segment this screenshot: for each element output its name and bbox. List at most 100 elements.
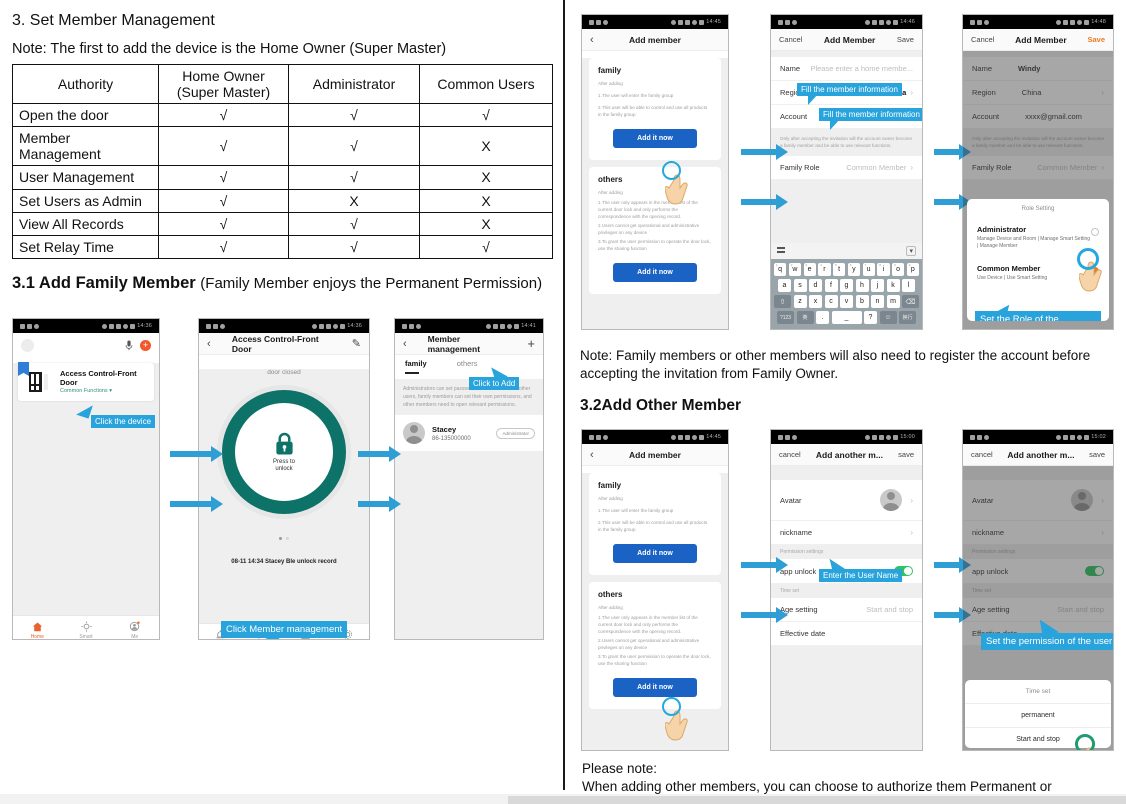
key-e[interactable]: 3e	[803, 263, 816, 276]
cell-administrator: √	[288, 103, 420, 128]
name-field-row[interactable]: Name Please enter a home membe...	[771, 57, 922, 81]
key-n[interactable]: n	[871, 295, 884, 308]
flow-arrow	[741, 557, 788, 573]
emoji-key[interactable]: ☺	[879, 311, 897, 324]
backspace-key[interactable]: ⌫	[902, 295, 919, 308]
tab-smart[interactable]: Smart	[62, 616, 111, 639]
back-icon[interactable]: ‹	[207, 338, 232, 350]
key-t[interactable]: 5t	[833, 263, 846, 276]
back-icon[interactable]: ‹	[403, 338, 428, 350]
nav-bar: Cancel Add Member Save	[963, 29, 1113, 51]
question-key[interactable]: ?	[864, 311, 877, 324]
status-time: 14:45	[706, 19, 721, 25]
save-button[interactable]: save	[1089, 450, 1105, 459]
key-r[interactable]: 4r	[818, 263, 831, 276]
others-p2: 2.Users cannot get operational and admin…	[598, 637, 700, 650]
family-add-now-button[interactable]: Add it now	[613, 544, 697, 564]
cancel-button[interactable]: cancel	[971, 450, 993, 459]
key-d[interactable]: d	[809, 279, 822, 292]
house-icon[interactable]	[21, 338, 34, 352]
key-a[interactable]: a	[778, 279, 791, 292]
cancel-button[interactable]: Cancel	[971, 35, 994, 44]
key-o[interactable]: 9o	[892, 263, 905, 276]
cancel-button[interactable]: cancel	[779, 450, 801, 459]
nickname-label: nickname	[780, 528, 813, 537]
save-button[interactable]: Save	[1087, 35, 1105, 44]
callout-enter-user-name: Enter the User Name	[819, 569, 903, 582]
flow-arrow	[741, 144, 788, 160]
save-button[interactable]: save	[898, 450, 914, 459]
callout-set-permission: Set the permission of the user	[981, 633, 1113, 650]
key-i[interactable]: 8i	[877, 263, 890, 276]
enter-key[interactable]: 换行	[899, 311, 916, 324]
member-list-item[interactable]: Stacey 86-135000000 Administrator	[395, 415, 543, 451]
effective-date-row[interactable]: Effective date	[771, 622, 922, 646]
language-key[interactable]: 英	[796, 311, 814, 324]
key-m[interactable]: m	[886, 295, 900, 308]
age-setting-row[interactable]: Age setting Start and stop	[771, 598, 922, 622]
period-key[interactable]: .	[816, 311, 829, 324]
save-button[interactable]: Save	[897, 35, 914, 44]
microphone-icon[interactable]	[125, 340, 133, 351]
status-left-icons	[778, 434, 797, 440]
others-add-now-button[interactable]: Add it now	[613, 678, 697, 698]
key-w[interactable]: 2w	[788, 263, 801, 276]
family-heading: family	[598, 481, 622, 490]
edit-icon[interactable]: ✎	[336, 337, 361, 350]
key-b[interactable]: b	[855, 295, 869, 308]
key-x[interactable]: x	[809, 295, 822, 308]
family-role-row[interactable]: Family Role Common Member ›	[771, 155, 922, 180]
radio-administrator[interactable]	[1091, 228, 1099, 236]
device-name: Access Control-Front Door	[60, 369, 137, 387]
key-j[interactable]: j	[871, 279, 884, 292]
key-p[interactable]: 0p	[906, 263, 919, 276]
others-add-now-button[interactable]: Add it now	[613, 263, 697, 283]
avatar-label: Avatar	[780, 495, 802, 505]
key-c[interactable]: c	[824, 295, 838, 308]
key-u[interactable]: 7u	[862, 263, 875, 276]
unlock-button[interactable]: Press to unlock	[222, 390, 346, 514]
keyboard-row-2: a s d f g h j k l	[774, 279, 919, 292]
key-z[interactable]: z	[793, 295, 807, 308]
keyboard-grid-icon[interactable]	[777, 247, 785, 255]
numbers-key[interactable]: ?123	[777, 311, 794, 324]
key-g[interactable]: g	[840, 279, 853, 292]
status-time: 14:46	[900, 19, 915, 25]
key-f[interactable]: f	[824, 279, 838, 292]
plus-icon[interactable]: +	[510, 336, 535, 351]
key-h[interactable]: h	[855, 279, 869, 292]
key-v[interactable]: v	[840, 295, 853, 308]
time-picker-body: Avatar › nickname › Permission settings …	[963, 466, 1113, 750]
picker-option-permanent[interactable]: permanent	[965, 703, 1111, 727]
cell-authority: Set Relay Time	[12, 234, 159, 259]
tab-me[interactable]: Me	[110, 616, 159, 639]
nav-bar: ‹ Add member	[582, 29, 728, 51]
tab-family[interactable]: family	[405, 359, 427, 371]
family-add-now-button[interactable]: Add it now	[613, 129, 697, 149]
key-l[interactable]: l	[902, 279, 915, 292]
keyboard-toolbar: ▾	[771, 243, 922, 259]
tab-others[interactable]: others	[457, 359, 478, 371]
tab-home[interactable]: Home	[13, 616, 62, 639]
status-right-icons: 14:41	[486, 323, 536, 329]
status-bar: 14:45	[582, 15, 728, 29]
key-y[interactable]: 6y	[847, 263, 860, 276]
keyboard-hide-icon[interactable]: ▾	[906, 246, 916, 256]
shift-key[interactable]: ⇧	[774, 295, 791, 308]
page-bottom-strip	[0, 794, 1126, 804]
key-q[interactable]: 1q	[774, 263, 787, 276]
add-device-icon[interactable]: +	[140, 339, 151, 351]
space-key[interactable]: _	[831, 311, 862, 324]
nickname-row[interactable]: nickname ›	[771, 521, 922, 545]
right-column: 14:45 ‹ Add member family After adding 1…	[574, 0, 1126, 804]
back-icon[interactable]: ‹	[590, 34, 616, 46]
avatar-row[interactable]: Avatar ›	[771, 480, 922, 521]
name-input[interactable]: Please enter a home membe...	[810, 64, 913, 73]
back-icon[interactable]: ‹	[590, 449, 616, 461]
cancel-button[interactable]: Cancel	[779, 35, 802, 44]
phone-time-picker: 15:02 cancel Add another m... save Avata…	[962, 429, 1114, 751]
device-card[interactable]: Access Control-Front Door Common Functio…	[18, 362, 154, 401]
key-k[interactable]: k	[886, 279, 900, 292]
key-s[interactable]: s	[793, 279, 807, 292]
smart-icon	[80, 621, 92, 632]
